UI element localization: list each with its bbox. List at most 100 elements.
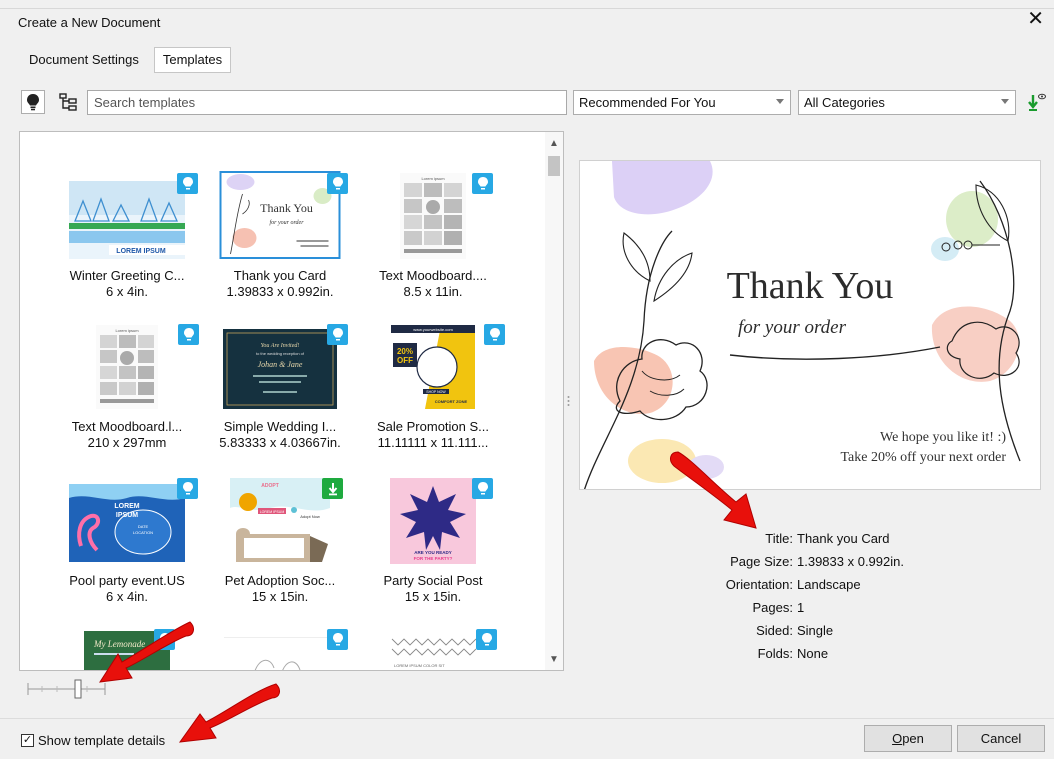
open-button[interactable]: Open bbox=[864, 725, 952, 752]
template-badge bbox=[177, 478, 198, 499]
detail-row-folds: Folds: None bbox=[580, 646, 1040, 669]
template-badge bbox=[327, 324, 348, 345]
template-tile-party-social-post[interactable]: ARE YOU READY FOR THE PARTY? Party Socia… bbox=[357, 478, 509, 618]
template-size: 15 x 15in. bbox=[404, 589, 462, 604]
template-thumbnail: Lorem ipsum bbox=[400, 173, 466, 259]
template-badge bbox=[327, 629, 348, 650]
lightbulb-icon bbox=[183, 328, 194, 341]
show-template-details-toggle[interactable]: ✓ Show template details bbox=[21, 733, 165, 748]
template-tile-pet-adoption[interactable]: ADOPT LOREM IPSUM Adopt Now Pet Adoption… bbox=[204, 478, 356, 618]
window-top-border bbox=[0, 8, 1054, 9]
thumb-text: Thank You bbox=[260, 201, 313, 215]
thumb-text: ADOPT bbox=[261, 483, 279, 489]
search-input[interactable] bbox=[87, 90, 567, 115]
thumb-text: Johan & Jane bbox=[258, 360, 303, 369]
download-icon bbox=[328, 482, 337, 495]
thumb-text: SHOP NOW bbox=[426, 390, 446, 394]
chevron-down-icon bbox=[776, 99, 784, 104]
template-badge bbox=[178, 324, 199, 345]
template-tile-partial[interactable]: LOREM IPSUM COLOR SIT bbox=[357, 629, 509, 670]
tab-templates[interactable]: Templates bbox=[153, 47, 232, 73]
close-icon[interactable]: ✕ bbox=[1027, 9, 1044, 29]
cancel-button[interactable]: Cancel bbox=[957, 725, 1045, 752]
detail-label: Page Size: bbox=[730, 554, 793, 569]
template-size: 210 x 297mm bbox=[87, 435, 167, 450]
thumb-text: IPSUM bbox=[116, 512, 138, 519]
template-thumbnail bbox=[224, 637, 336, 670]
detail-value: None bbox=[797, 646, 829, 661]
thumb-text: My Lemonade bbox=[93, 639, 145, 649]
show-details-label[interactable]: Show template details bbox=[38, 733, 165, 748]
template-tile-pool-party[interactable]: LOREM IPSUM DATE LOCATION Pool party eve… bbox=[51, 478, 203, 618]
template-thumbnail: LOREM IPSUM bbox=[69, 181, 185, 259]
thumb-text: Lorem ipsum bbox=[421, 176, 445, 181]
template-details: Title: Thank you Card Page Size: 1.39833… bbox=[580, 531, 1040, 669]
chevron-down-icon[interactable]: ▼ bbox=[545, 650, 563, 668]
thumb-text: LOREM bbox=[114, 503, 139, 510]
open-mnemonic: O bbox=[892, 731, 903, 746]
template-tile-thank-you-card[interactable]: Thank You for your order Thank you Card … bbox=[204, 171, 356, 313]
template-name: Text Moodboard.l... bbox=[71, 419, 183, 434]
lightbulb-icon bbox=[159, 633, 170, 646]
preview-line: We hope you like it! :) bbox=[880, 430, 1006, 445]
template-name: Sale Promotion S... bbox=[377, 419, 489, 434]
thumb-text: DATE bbox=[138, 524, 149, 529]
category-select[interactable]: All Categories bbox=[798, 90, 1016, 115]
template-size: 11.11111 x 11.111... bbox=[377, 435, 489, 450]
lightbulb-icon bbox=[332, 328, 343, 341]
recommend-select[interactable]: Recommended For You bbox=[573, 90, 791, 115]
lightbulb-icon bbox=[477, 177, 488, 190]
preview-subtitle: for your order bbox=[738, 317, 847, 338]
template-tile-text-moodboard[interactable]: Lorem ipsum Text Moodboard.... 8.5 x 11i… bbox=[357, 173, 509, 313]
open-label: pen bbox=[902, 731, 924, 746]
template-tile-partial[interactable] bbox=[204, 629, 356, 670]
thumb-text: to the wedding reception of bbox=[256, 351, 305, 356]
template-badge bbox=[327, 173, 348, 194]
hierarchy-icon[interactable] bbox=[57, 91, 79, 113]
thumb-text: for your order bbox=[269, 219, 304, 226]
template-preview: Thank You for your order We hope you lik… bbox=[579, 160, 1041, 490]
tab-bar: Document Settings Templates bbox=[20, 47, 232, 73]
template-badge bbox=[154, 629, 175, 650]
footer-separator bbox=[0, 718, 1054, 719]
template-tile-text-moodboard-letter[interactable]: Lorem ipsum Text Moodboard.l... 210 x 29… bbox=[51, 324, 203, 464]
thumb-text: LOREM IPSUM COLOR SIT bbox=[394, 663, 445, 668]
scrollbar-thumb[interactable] bbox=[548, 156, 560, 176]
template-name: Thank you Card bbox=[233, 268, 327, 283]
template-tile-sale-promotion[interactable]: www.yourwebsite.com 20% OFF SHOP NOW COM… bbox=[357, 324, 509, 464]
panel-splitter[interactable] bbox=[567, 395, 570, 407]
thumb-text: 20% bbox=[397, 347, 413, 356]
template-tile-winter-greeting[interactable]: LOREM IPSUM Winter Greeting C... 6 x 4in… bbox=[51, 173, 203, 313]
download-icon[interactable] bbox=[1025, 92, 1047, 114]
preview-line: Take 20% off your next order bbox=[840, 450, 1006, 465]
lightbulb-button[interactable] bbox=[21, 90, 45, 114]
vertical-scrollbar[interactable]: ▲ ▼ bbox=[545, 132, 563, 670]
detail-row-title: Title: Thank you Card bbox=[580, 531, 1040, 554]
detail-value: Thank you Card bbox=[797, 531, 890, 546]
show-details-checkbox[interactable]: ✓ bbox=[21, 734, 34, 747]
thumb-text: FOR THE PARTY? bbox=[414, 556, 453, 561]
thumb-text: COMFORT ZONE bbox=[435, 399, 468, 404]
thumb-text: LOCATION bbox=[133, 530, 153, 535]
thumbnail-size-slider[interactable] bbox=[27, 678, 109, 700]
tab-document-settings[interactable]: Document Settings bbox=[20, 47, 148, 73]
lightbulb-icon bbox=[481, 633, 492, 646]
preview-title: Thank You bbox=[727, 265, 894, 307]
lightbulb-icon bbox=[332, 177, 343, 190]
chevron-up-icon[interactable]: ▲ bbox=[545, 134, 563, 152]
template-tile-simple-wedding[interactable]: You Are Invited! to the wedding receptio… bbox=[204, 324, 356, 464]
lightbulb-icon bbox=[477, 482, 488, 495]
template-badge bbox=[177, 173, 198, 194]
template-list[interactable]: LOREM IPSUM Winter Greeting C... 6 x 4in… bbox=[19, 131, 564, 671]
template-badge bbox=[472, 478, 493, 499]
thumb-text: LOREM IPSUM bbox=[116, 248, 166, 255]
template-size: 5.83333 x 4.03667in. bbox=[219, 435, 341, 450]
category-select-value: All Categories bbox=[804, 95, 885, 110]
template-thumbnail: You Are Invited! to the wedding receptio… bbox=[223, 329, 337, 409]
template-tile-partial[interactable]: My Lemonade bbox=[51, 629, 203, 670]
lightbulb-icon bbox=[27, 94, 39, 111]
thumb-text: ARE YOU READY bbox=[414, 550, 451, 555]
window-title: Create a New Document bbox=[18, 15, 161, 30]
template-size: 6 x 4in. bbox=[106, 284, 148, 299]
detail-row-orientation: Orientation: Landscape bbox=[580, 577, 1040, 600]
